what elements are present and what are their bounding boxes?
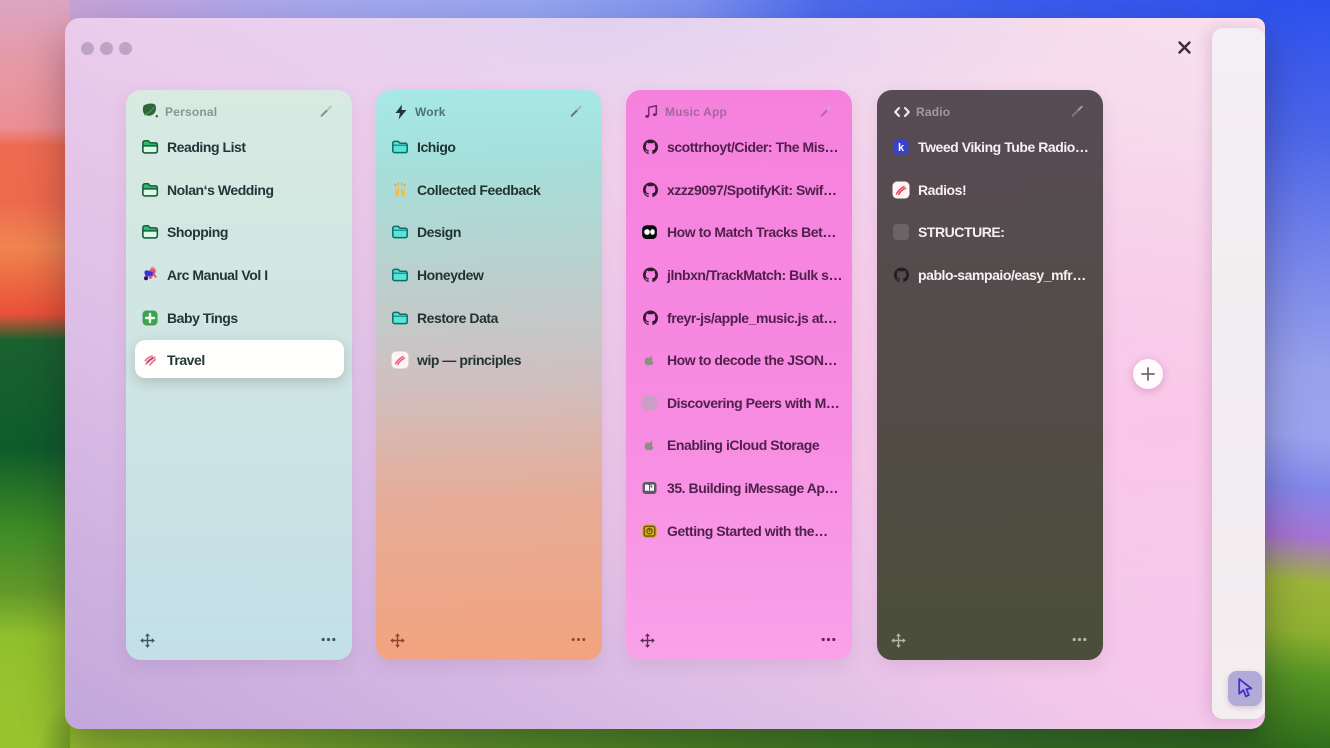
svg-text:k: k: [898, 142, 905, 154]
